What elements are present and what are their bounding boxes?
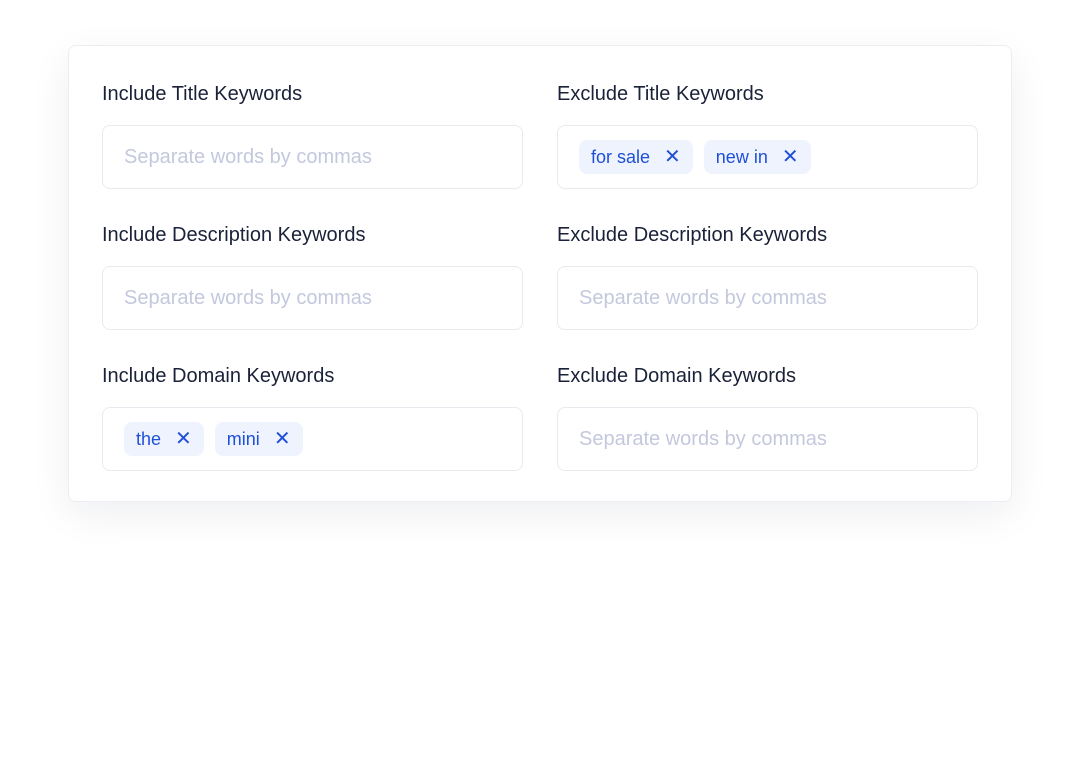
exclude-domain-field: Exclude Domain Keywords Separate words b… [557, 361, 978, 471]
tag-label: mini [227, 429, 260, 450]
keyword-filters-card: Include Title Keywords Separate words by… [68, 45, 1012, 502]
field-label: Include Domain Keywords [102, 361, 523, 391]
tag-label: the [136, 429, 161, 450]
include-title-field: Include Title Keywords Separate words by… [102, 79, 523, 189]
exclude-title-field: Exclude Title Keywords for sale ✕ new in ✕ [557, 79, 978, 189]
remove-tag-icon[interactable]: ✕ [175, 429, 192, 449]
keyword-tag: new in ✕ [704, 140, 811, 174]
remove-tag-icon[interactable]: ✕ [274, 429, 291, 449]
input-placeholder: Separate words by commas [579, 287, 827, 310]
exclude-description-input[interactable]: Separate words by commas [557, 266, 978, 330]
include-domain-field: Include Domain Keywords the ✕ mini ✕ [102, 361, 523, 471]
include-title-input[interactable]: Separate words by commas [102, 125, 523, 189]
exclude-domain-input[interactable]: Separate words by commas [557, 407, 978, 471]
input-placeholder: Separate words by commas [579, 428, 827, 451]
keyword-tag: for sale ✕ [579, 140, 693, 174]
exclude-description-field: Exclude Description Keywords Separate wo… [557, 220, 978, 330]
tag-label: new in [716, 147, 768, 168]
input-placeholder: Separate words by commas [124, 287, 372, 310]
exclude-title-input[interactable]: for sale ✕ new in ✕ [557, 125, 978, 189]
include-description-field: Include Description Keywords Separate wo… [102, 220, 523, 330]
include-domain-input[interactable]: the ✕ mini ✕ [102, 407, 523, 471]
remove-tag-icon[interactable]: ✕ [782, 147, 799, 167]
remove-tag-icon[interactable]: ✕ [664, 147, 681, 167]
field-label: Include Title Keywords [102, 79, 523, 109]
field-label: Exclude Domain Keywords [557, 361, 978, 391]
keyword-tag: the ✕ [124, 422, 204, 456]
tag-label: for sale [591, 147, 650, 168]
field-label: Exclude Description Keywords [557, 220, 978, 250]
field-label: Include Description Keywords [102, 220, 523, 250]
field-label: Exclude Title Keywords [557, 79, 978, 109]
input-placeholder: Separate words by commas [124, 146, 372, 169]
keyword-tag: mini ✕ [215, 422, 303, 456]
include-description-input[interactable]: Separate words by commas [102, 266, 523, 330]
